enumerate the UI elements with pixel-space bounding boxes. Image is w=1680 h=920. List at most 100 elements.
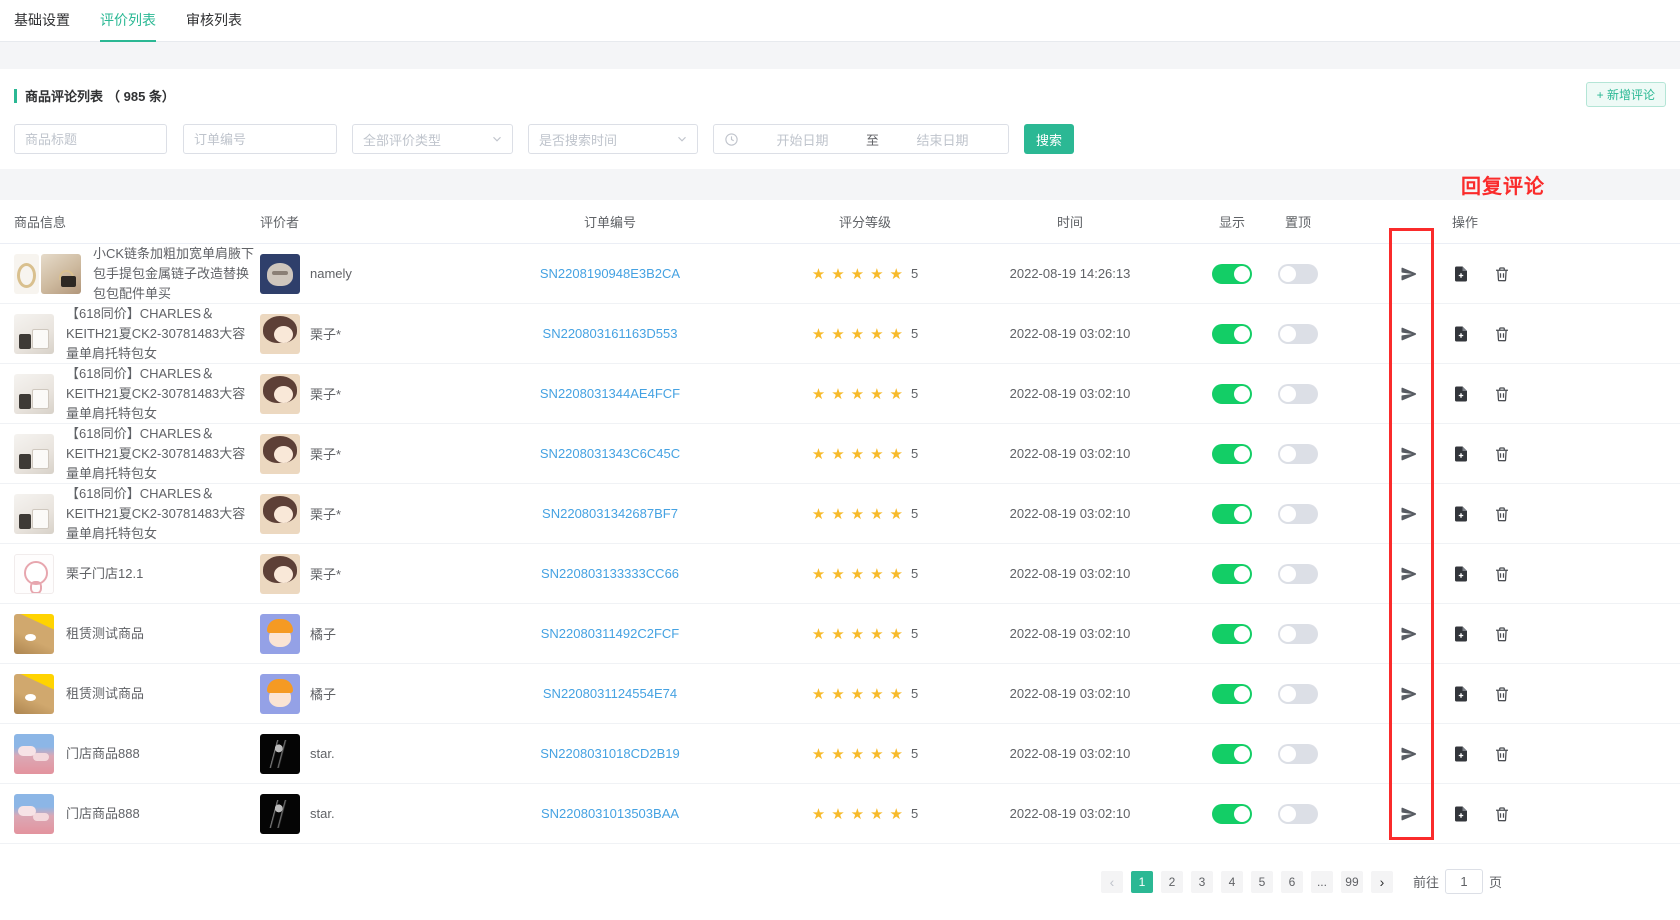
pagination-page-2[interactable]: 2 bbox=[1161, 871, 1183, 893]
order-number-link[interactable]: SN2208031013503BAA bbox=[541, 806, 679, 821]
export-file-icon[interactable] bbox=[1452, 625, 1470, 643]
table-row: 栗子门店12.1 栗子* SN220803133333CC66 ★★★★★5 2… bbox=[0, 544, 1680, 604]
top-toggle[interactable] bbox=[1278, 384, 1318, 404]
top-toggle[interactable] bbox=[1278, 264, 1318, 284]
show-toggle[interactable] bbox=[1212, 624, 1252, 644]
reply-send-icon[interactable] bbox=[1400, 265, 1418, 283]
delete-trash-icon[interactable] bbox=[1493, 265, 1511, 283]
product-title: 门店商品888 bbox=[66, 744, 256, 764]
top-toggle[interactable] bbox=[1278, 744, 1318, 764]
show-toggle[interactable] bbox=[1212, 744, 1252, 764]
product-title-input[interactable] bbox=[14, 124, 167, 154]
order-number-link[interactable]: SN220803161163D553 bbox=[543, 326, 678, 341]
export-file-icon[interactable] bbox=[1452, 745, 1470, 763]
tab-review-list[interactable]: 评价列表 bbox=[100, 0, 156, 42]
search-time-select[interactable]: 是否搜索时间 bbox=[528, 124, 698, 154]
reply-send-icon[interactable] bbox=[1400, 745, 1418, 763]
top-toggle[interactable] bbox=[1278, 804, 1318, 824]
reply-send-icon[interactable] bbox=[1400, 805, 1418, 823]
export-file-icon[interactable] bbox=[1452, 565, 1470, 583]
export-file-icon[interactable] bbox=[1452, 505, 1470, 523]
pagination-next-button[interactable]: › bbox=[1371, 871, 1393, 893]
pagination-page-3[interactable]: 3 bbox=[1191, 871, 1213, 893]
show-toggle[interactable] bbox=[1212, 264, 1252, 284]
pagination-page-4[interactable]: 4 bbox=[1221, 871, 1243, 893]
top-toggle[interactable] bbox=[1278, 564, 1318, 584]
date-range-picker[interactable]: 开始日期 至 结束日期 bbox=[713, 124, 1009, 154]
reply-send-icon[interactable] bbox=[1400, 505, 1418, 523]
review-type-select[interactable]: 全部评价类型 bbox=[352, 124, 513, 154]
product-title: 租赁测试商品 bbox=[66, 684, 256, 704]
order-number-link[interactable]: SN2208031344AE4FCF bbox=[540, 386, 680, 401]
filter-panel: 商品评论列表 （ 985 条） + 新增评论 全部评价类型 是否搜索时间 开始日… bbox=[0, 69, 1680, 169]
top-toggle[interactable] bbox=[1278, 684, 1318, 704]
start-date-field[interactable]: 开始日期 bbox=[745, 130, 860, 149]
order-number-link[interactable]: SN2208031343C6C45C bbox=[540, 446, 680, 461]
order-number-link[interactable]: SN22080311492C2FCF bbox=[541, 626, 680, 641]
reply-send-icon[interactable] bbox=[1400, 385, 1418, 403]
pagination-page-5[interactable]: 5 bbox=[1251, 871, 1273, 893]
show-toggle[interactable] bbox=[1212, 504, 1252, 524]
export-file-icon[interactable] bbox=[1452, 325, 1470, 343]
panel-title-row: 商品评论列表 （ 985 条） bbox=[14, 69, 1666, 105]
product-image bbox=[14, 314, 54, 354]
top-toggle[interactable] bbox=[1278, 444, 1318, 464]
reply-send-icon[interactable] bbox=[1400, 685, 1418, 703]
delete-trash-icon[interactable] bbox=[1493, 385, 1511, 403]
delete-trash-icon[interactable] bbox=[1493, 445, 1511, 463]
pagination-prev-button[interactable]: ‹ bbox=[1101, 871, 1123, 893]
goto-page-input[interactable] bbox=[1445, 869, 1483, 894]
order-number-link[interactable]: SN2208190948E3B2CA bbox=[540, 266, 680, 281]
order-number-input[interactable] bbox=[183, 124, 337, 154]
show-toggle[interactable] bbox=[1212, 564, 1252, 584]
show-toggle[interactable] bbox=[1212, 324, 1252, 344]
end-date-field[interactable]: 结束日期 bbox=[885, 130, 1000, 149]
delete-trash-icon[interactable] bbox=[1493, 625, 1511, 643]
pagination-page-1[interactable]: 1 bbox=[1131, 871, 1153, 893]
export-file-icon[interactable] bbox=[1452, 685, 1470, 703]
add-review-button[interactable]: + 新增评论 bbox=[1586, 82, 1666, 107]
reply-send-icon[interactable] bbox=[1400, 325, 1418, 343]
delete-trash-icon[interactable] bbox=[1493, 565, 1511, 583]
top-toggle[interactable] bbox=[1278, 624, 1318, 644]
reply-send-icon[interactable] bbox=[1400, 625, 1418, 643]
rating-value: 5 bbox=[911, 506, 918, 521]
pagination-ellipsis[interactable]: ... bbox=[1311, 871, 1333, 893]
order-number-link[interactable]: SN2208031018CD2B19 bbox=[540, 746, 680, 761]
delete-trash-icon[interactable] bbox=[1493, 505, 1511, 523]
delete-trash-icon[interactable] bbox=[1493, 685, 1511, 703]
export-file-icon[interactable] bbox=[1452, 385, 1470, 403]
reply-send-icon[interactable] bbox=[1400, 565, 1418, 583]
delete-trash-icon[interactable] bbox=[1493, 745, 1511, 763]
star-rating: ★★★★★ bbox=[812, 685, 909, 703]
tab-audit-list[interactable]: 审核列表 bbox=[186, 0, 242, 42]
rating-value: 5 bbox=[911, 266, 918, 281]
delete-trash-icon[interactable] bbox=[1493, 805, 1511, 823]
top-toggle[interactable] bbox=[1278, 504, 1318, 524]
pagination: ‹ 1 2 3 4 5 6 ... 99 › 前往 页 bbox=[0, 869, 1680, 894]
export-file-icon[interactable] bbox=[1452, 445, 1470, 463]
order-number-link[interactable]: SN2208031124554E74 bbox=[543, 686, 677, 701]
tab-basic-settings[interactable]: 基础设置 bbox=[14, 0, 70, 42]
reviewer-name: 栗子* bbox=[310, 564, 341, 583]
product-title: 小CK链条加粗加宽单肩腋下包手提包金属链子改造替换包包配件单买 bbox=[93, 244, 260, 304]
col-header-reviewer: 评价者 bbox=[260, 212, 430, 231]
top-toggle[interactable] bbox=[1278, 324, 1318, 344]
delete-trash-icon[interactable] bbox=[1493, 325, 1511, 343]
review-type-value: 全部评价类型 bbox=[363, 130, 490, 149]
show-toggle[interactable] bbox=[1212, 384, 1252, 404]
show-toggle[interactable] bbox=[1212, 804, 1252, 824]
show-toggle[interactable] bbox=[1212, 444, 1252, 464]
show-toggle[interactable] bbox=[1212, 684, 1252, 704]
star-rating: ★★★★★ bbox=[812, 805, 909, 823]
export-file-icon[interactable] bbox=[1452, 805, 1470, 823]
search-button[interactable]: 搜索 bbox=[1024, 124, 1074, 154]
order-number-link[interactable]: SN2208031342687BF7 bbox=[542, 506, 678, 521]
order-number-link[interactable]: SN220803133333CC66 bbox=[541, 566, 679, 581]
pagination-page-6[interactable]: 6 bbox=[1281, 871, 1303, 893]
export-file-icon[interactable] bbox=[1452, 265, 1470, 283]
pagination-page-99[interactable]: 99 bbox=[1341, 871, 1363, 893]
rating-value: 5 bbox=[911, 446, 918, 461]
star-rating: ★★★★★ bbox=[812, 445, 909, 463]
reply-send-icon[interactable] bbox=[1400, 445, 1418, 463]
